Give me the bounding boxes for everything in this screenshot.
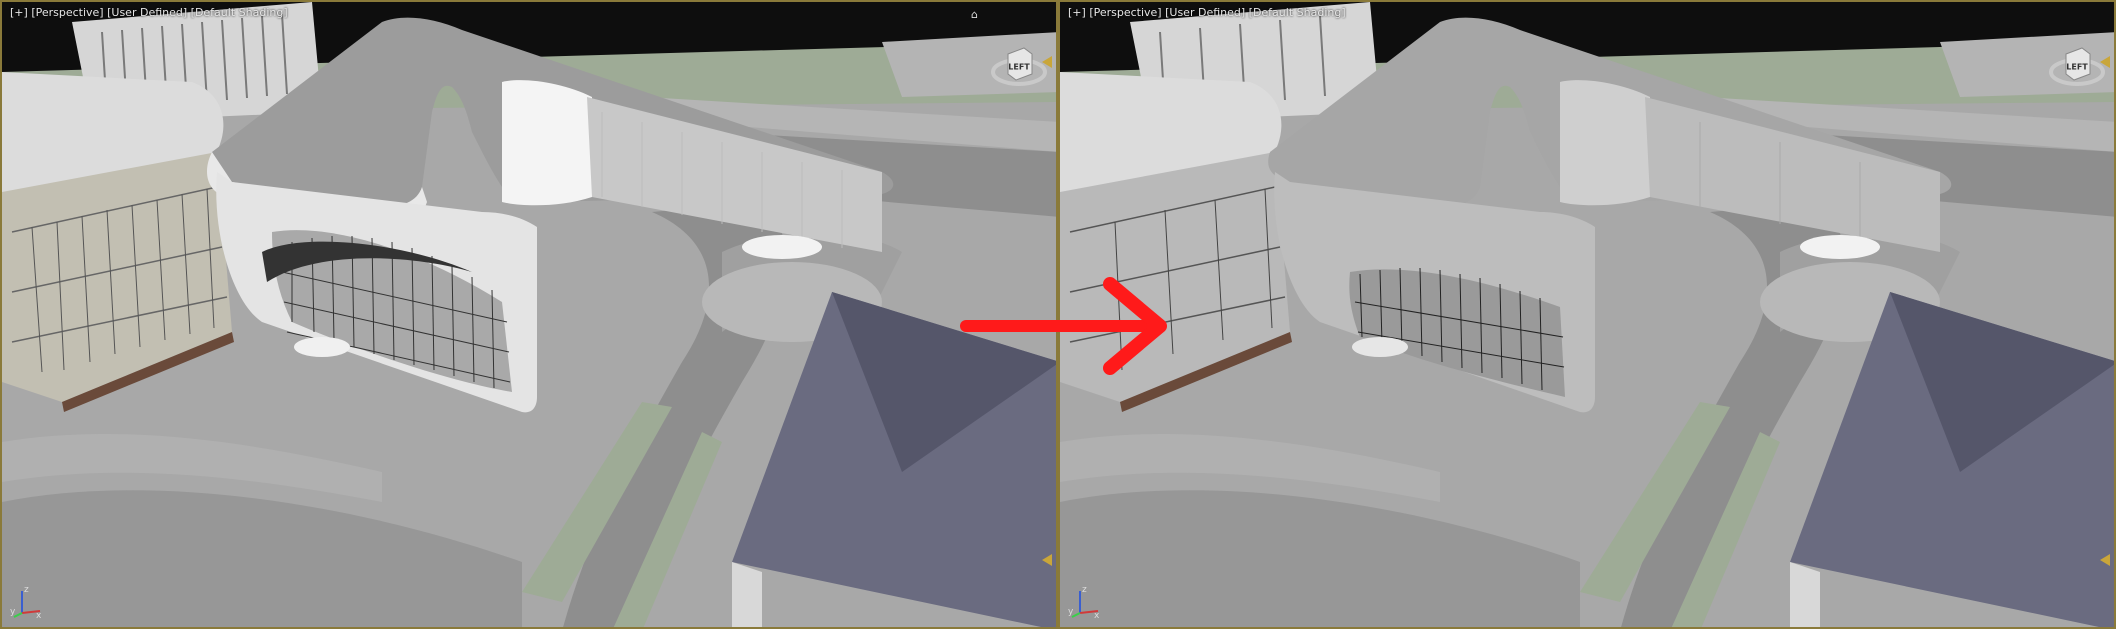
scene-left[interactable] xyxy=(2,2,1058,629)
viewport-pov-menu[interactable]: [Perspective] xyxy=(31,6,103,19)
viewport-pov-menu[interactable]: [Perspective] xyxy=(1089,6,1161,19)
home-icon[interactable]: ⌂ xyxy=(971,8,978,21)
axis-label-y: y xyxy=(10,607,16,617)
viewcube-icon[interactable]: LEFT xyxy=(2046,36,2108,98)
axis-label-z: z xyxy=(1082,585,1087,595)
axis-tripod-icon: y z x xyxy=(1068,585,1102,621)
nav-triangle-icon[interactable] xyxy=(1042,56,1052,68)
viewcube-face-label: LEFT xyxy=(2066,62,2088,72)
viewport-label-right: [+] [Perspective] [User Defined] [Defaul… xyxy=(1068,6,1346,19)
viewcube-face-label: LEFT xyxy=(1008,62,1030,72)
axis-label-x: x xyxy=(1094,611,1100,621)
axis-tripod-icon: y z x xyxy=(10,585,44,621)
axis-label-x: x xyxy=(36,611,42,621)
viewcube-icon[interactable]: LEFT xyxy=(988,36,1050,98)
viewport-plus-menu[interactable]: [+] xyxy=(10,6,28,19)
viewport-label-left: [+] [Perspective] [User Defined] [Defaul… xyxy=(10,6,288,19)
viewport-user-defined-menu[interactable]: [User Defined] xyxy=(1165,6,1245,19)
scene-right[interactable] xyxy=(1060,2,2116,629)
axis-label-y: y xyxy=(1068,607,1074,617)
nav-triangle-icon[interactable] xyxy=(1042,554,1052,566)
nav-triangle-icon[interactable] xyxy=(2100,554,2110,566)
viewport-shading-menu[interactable]: [Default Shading] xyxy=(1249,6,1346,19)
viewport-left[interactable]: [+] [Perspective] [User Defined] [Defaul… xyxy=(0,0,1058,629)
viewport-user-defined-menu[interactable]: [User Defined] xyxy=(107,6,187,19)
axis-label-z: z xyxy=(24,585,29,595)
viewport-plus-menu[interactable]: [+] xyxy=(1068,6,1086,19)
viewport-right[interactable]: [+] [Perspective] [User Defined] [Defaul… xyxy=(1058,0,2116,629)
nav-triangle-icon[interactable] xyxy=(2100,56,2110,68)
viewport-shading-menu[interactable]: [Default Shading] xyxy=(191,6,288,19)
